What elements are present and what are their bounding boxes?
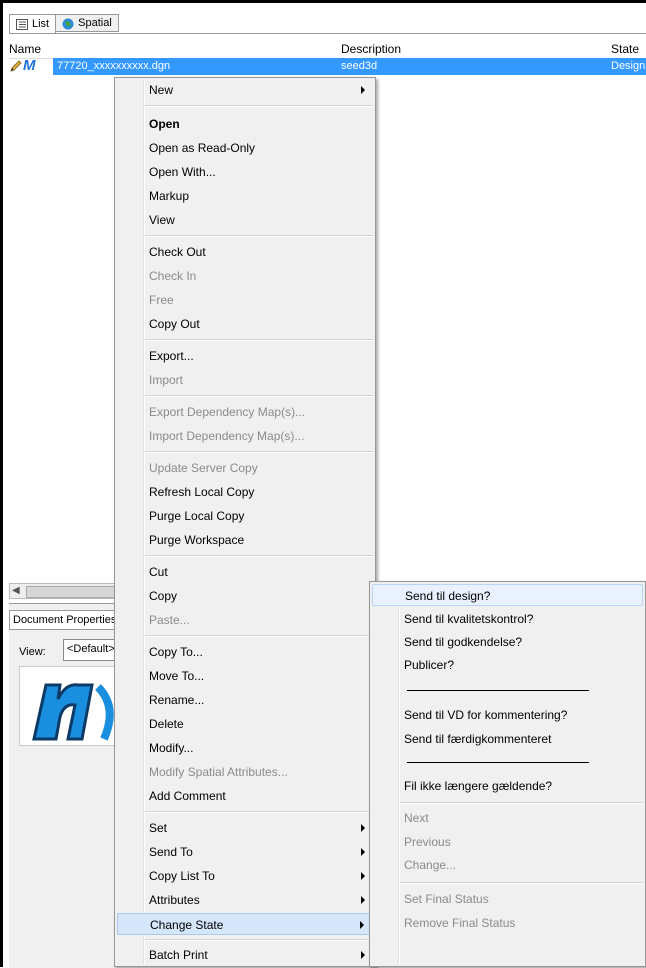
submenu-item-send-til-godkendelse[interactable]: Send til godkendelse? [372, 631, 643, 653]
menu-item-open-with[interactable]: Open With... [117, 161, 373, 183]
submenu-item-send-til-kvalitetskontrol[interactable]: Send til kvalitetskontrol? [372, 608, 643, 630]
microstation-logo-icon [32, 683, 114, 741]
menu-separator [145, 555, 373, 557]
context-menu: New Open Open as Read-Only Open With... … [114, 77, 376, 967]
scroll-left-icon[interactable]: ◀ [12, 585, 20, 596]
menu-item-free[interactable]: Free [117, 289, 373, 311]
submenu-item-next[interactable]: Next [372, 807, 643, 829]
submenu-item-send-til-design[interactable]: Send til design? [372, 584, 643, 606]
submenu-item-send-til-vd[interactable]: Send til VD for kommentering? [372, 704, 643, 726]
menu-item-purge-local-copy[interactable]: Purge Local Copy [117, 505, 373, 527]
row-description: seed3d [341, 60, 378, 72]
menu-item-attributes[interactable]: Attributes [117, 889, 373, 911]
globe-icon [62, 18, 74, 29]
submenu-arrow-icon [361, 824, 365, 832]
menu-item-export-dependency-map[interactable]: Export Dependency Map(s)... [117, 401, 373, 423]
submenu-arrow-icon [360, 921, 364, 929]
column-description[interactable]: Description [341, 42, 401, 56]
menu-item-rename[interactable]: Rename... [117, 689, 373, 711]
horizontal-scrollbar[interactable]: ◀ [9, 583, 123, 599]
column-state[interactable]: State [611, 42, 639, 56]
menu-item-check-in[interactable]: Check In [117, 265, 373, 287]
menu-item-purge-workspace[interactable]: Purge Workspace [117, 529, 373, 551]
tab-spatial-label: Spatial [78, 17, 112, 29]
submenu-arrow-icon [361, 86, 365, 94]
menu-item-copy-out[interactable]: Copy Out [117, 313, 373, 335]
menu-separator [400, 802, 643, 804]
row-state: Design [611, 60, 646, 72]
scroll-thumb[interactable] [26, 586, 123, 598]
menu-item-modify[interactable]: Modify... [117, 737, 373, 759]
submenu-underline-divider [407, 762, 589, 763]
submenu-item-previous[interactable]: Previous [372, 831, 643, 853]
menu-item-export[interactable]: Export... [117, 345, 373, 367]
view-label: View: [19, 646, 46, 658]
menu-item-modify-spatial-attributes[interactable]: Modify Spatial Attributes... [117, 761, 373, 783]
menu-separator [145, 635, 373, 637]
tab-list[interactable]: List [9, 14, 57, 34]
menu-separator [145, 811, 373, 813]
menu-item-view[interactable]: View [117, 209, 373, 231]
menu-item-new[interactable]: New [117, 79, 373, 101]
menu-item-move-to[interactable]: Move To... [117, 665, 373, 687]
menu-item-markup[interactable]: Markup [117, 185, 373, 207]
menu-separator [400, 882, 643, 884]
view-tabs: List Spatial [9, 14, 119, 34]
menu-item-batch-print[interactable]: Batch Print [117, 944, 373, 966]
menu-item-copy[interactable]: Copy [117, 585, 373, 607]
menu-item-update-server-copy[interactable]: Update Server Copy [117, 457, 373, 479]
list-icon [16, 18, 28, 30]
submenu-item-change[interactable]: Change... [372, 854, 643, 876]
column-name[interactable]: Name [9, 42, 41, 56]
tab-divider [9, 33, 646, 34]
menu-separator [145, 105, 373, 107]
menu-item-send-to[interactable]: Send To [117, 841, 373, 863]
submenu-item-fil-ikke-gaeldende[interactable]: Fil ikke længere gældende? [372, 775, 643, 797]
tab-document-properties[interactable]: Document Properties [9, 610, 115, 630]
submenu-item-publicer[interactable]: Publicer? [372, 654, 643, 676]
tab-spatial[interactable]: Spatial [55, 14, 119, 32]
submenu-arrow-icon [361, 872, 365, 880]
submenu-item-send-til-faerdigkommenteret[interactable]: Send til færdigkommenteret [372, 728, 643, 750]
menu-item-delete[interactable]: Delete [117, 713, 373, 735]
list-header: Name Description State [9, 38, 646, 59]
submenu-item-remove-final-status[interactable]: Remove Final Status [372, 912, 643, 934]
menu-item-cut[interactable]: Cut [117, 561, 373, 583]
menu-item-open[interactable]: Open [117, 113, 373, 135]
menu-separator [145, 235, 373, 237]
menu-separator [145, 339, 373, 341]
menu-item-copy-list-to[interactable]: Copy List To [117, 865, 373, 887]
menu-item-import-dependency-map[interactable]: Import Dependency Map(s)... [117, 425, 373, 447]
table-row[interactable]: M 77720_xxxxxxxxxx.dgn seed3d Design [9, 58, 646, 75]
submenu-arrow-icon [361, 848, 365, 856]
menu-separator [145, 939, 373, 941]
submenu-item-set-final-status[interactable]: Set Final Status [372, 888, 643, 910]
row-name: 77720_xxxxxxxxxx.dgn [57, 60, 171, 72]
submenu-arrow-icon [361, 896, 365, 904]
submenu-underline-divider [407, 690, 589, 691]
menu-item-check-out[interactable]: Check Out [117, 241, 373, 263]
change-state-submenu: Send til design? Send til kvalitetskontr… [369, 581, 646, 967]
document-thumbnail [19, 666, 121, 746]
menu-item-open-read-only[interactable]: Open as Read-Only [117, 137, 373, 159]
menu-item-import[interactable]: Import [117, 369, 373, 391]
menu-item-refresh-local-copy[interactable]: Refresh Local Copy [117, 481, 373, 503]
menu-separator [145, 395, 373, 397]
document-properties-panel: Document Properties View: <Default> [9, 603, 123, 968]
menu-item-copy-to[interactable]: Copy To... [117, 641, 373, 663]
menu-item-change-state[interactable]: Change State [117, 913, 373, 935]
submenu-arrow-icon [361, 951, 365, 959]
pencil-icon [9, 59, 23, 73]
microstation-icon: M [23, 57, 36, 74]
menu-item-set[interactable]: Set [117, 817, 373, 839]
tab-list-label: List [32, 18, 50, 30]
menu-item-add-comment[interactable]: Add Comment [117, 785, 373, 807]
menu-item-paste[interactable]: Paste... [117, 609, 373, 631]
menu-separator [145, 451, 373, 453]
